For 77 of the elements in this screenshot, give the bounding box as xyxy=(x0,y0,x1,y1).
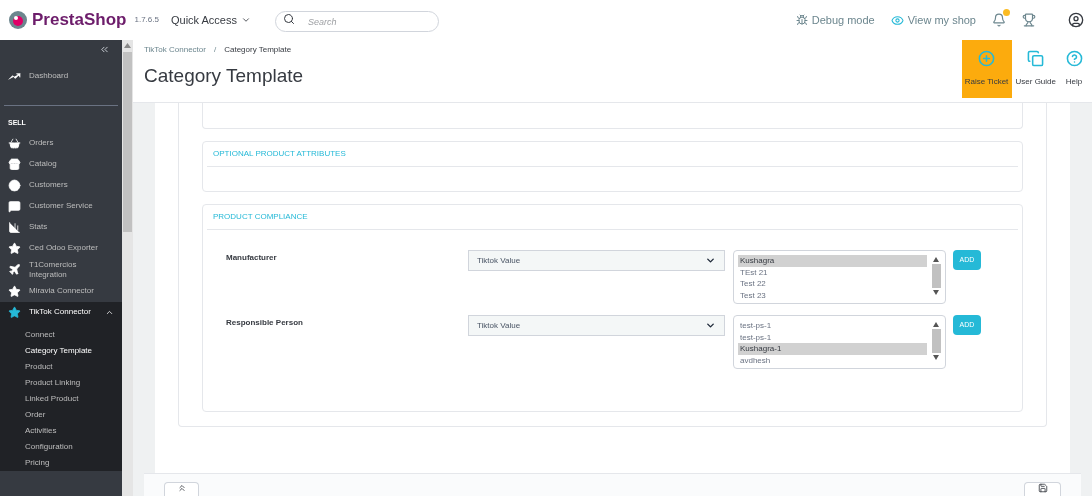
sidebar-item[interactable]: Dashboard xyxy=(0,63,122,89)
list-option[interactable]: test-ps-1 xyxy=(738,320,927,332)
store-icon xyxy=(8,157,21,171)
star-icon xyxy=(8,305,21,319)
list-option[interactable]: TEst 21 xyxy=(738,266,927,278)
bug-icon xyxy=(795,14,808,26)
dropdown[interactable]: Tiktok Value xyxy=(468,250,725,271)
list-option[interactable]: Test 23 xyxy=(738,289,927,301)
list-option[interactable]: test-ps-1 xyxy=(738,331,927,343)
sidebar-item[interactable]: Miravia Connector xyxy=(0,280,122,302)
caret-icon xyxy=(241,15,251,25)
quick-access-button[interactable]: Quick Access xyxy=(170,11,251,29)
multi-select-list[interactable]: test-ps-1 test-ps-1 Kushagra-1 avdhesh xyxy=(733,315,946,369)
list-option[interactable]: Test 22 xyxy=(738,278,927,290)
scroll-up-icon[interactable] xyxy=(933,322,939,327)
submenu-item[interactable]: Configuration xyxy=(0,438,122,455)
sidebar-item[interactable]: Stats xyxy=(0,216,122,238)
logo-icon xyxy=(8,10,28,30)
submenu-item[interactable]: Product Linking xyxy=(0,374,122,391)
plus-circle-icon xyxy=(978,50,996,67)
sidebar-item[interactable]: Customers xyxy=(0,174,122,196)
submenu-item[interactable]: Connect xyxy=(0,326,122,343)
breadcrumb-separator: / xyxy=(213,44,217,56)
trophy-icon[interactable] xyxy=(1022,13,1036,27)
collapse-icon[interactable] xyxy=(99,44,110,55)
submenu-item[interactable]: Product xyxy=(0,358,122,375)
search-icon xyxy=(283,12,295,25)
sidebar-item[interactable]: TikTok Connector xyxy=(0,301,122,323)
sidebar-scrollbar[interactable] xyxy=(122,40,133,496)
chevron-down-icon xyxy=(705,255,716,266)
chat-icon xyxy=(8,199,21,213)
view-shop-link[interactable]: View my shop xyxy=(907,11,976,29)
sidebar-item[interactable]: Customer Service xyxy=(0,195,122,217)
submenu-item[interactable]: Category Template xyxy=(0,342,122,359)
chevron-down-icon xyxy=(705,320,716,331)
toolbar-button[interactable]: Raise Ticket xyxy=(961,40,1012,98)
toolbar-button[interactable]: User Guide xyxy=(1011,40,1060,98)
section-title: PRODUCT COMPLIANCE xyxy=(207,205,1018,230)
documents-icon xyxy=(1027,50,1045,67)
page-title: Category Template xyxy=(144,64,305,88)
sidebar-item[interactable]: T1Comercios Integration xyxy=(0,258,122,281)
field-label: Manufacturer xyxy=(225,252,278,264)
submenu-item[interactable]: Pricing xyxy=(0,454,122,471)
scroll-down-icon[interactable] xyxy=(933,290,939,295)
plane-icon xyxy=(8,263,21,276)
sidebar-item[interactable]: Ced Odoo Exporter xyxy=(0,237,122,259)
list-option[interactable]: Kushagra xyxy=(738,255,927,267)
breadcrumb-link[interactable]: TikTok Connector xyxy=(144,44,206,56)
account-icon[interactable] xyxy=(1068,12,1084,28)
debug-mode-link[interactable]: Debug mode xyxy=(811,11,875,29)
eye-icon xyxy=(890,13,904,27)
version-text: 1.7.6.5 xyxy=(134,14,159,26)
search-field[interactable]: Search xyxy=(275,11,439,33)
dropdown[interactable]: Tiktok Value xyxy=(468,315,725,336)
sidebar-item[interactable]: Catalog xyxy=(0,153,122,175)
scroll-down-icon[interactable] xyxy=(933,355,939,360)
save-icon xyxy=(1037,483,1048,493)
logo-text: PrestaShop xyxy=(32,9,127,32)
list-option[interactable]: Kushagra-1 xyxy=(738,343,927,355)
breadcrumb-current: Category Template xyxy=(224,44,292,56)
basket-icon xyxy=(8,136,21,150)
field-label: Responsible Person xyxy=(225,317,304,329)
star-icon xyxy=(8,284,21,298)
bell-icon[interactable] xyxy=(992,13,1006,27)
chevrons-up-icon xyxy=(176,483,187,493)
sidebar-item[interactable]: Orders xyxy=(0,132,122,154)
scroll-up-icon[interactable] xyxy=(933,257,939,262)
submenu-item[interactable]: Activities xyxy=(0,422,122,439)
footer-button[interactable] xyxy=(1024,482,1061,496)
submenu-item[interactable]: Linked Product xyxy=(0,390,122,407)
submenu-item[interactable]: Order xyxy=(0,406,122,423)
star-icon xyxy=(8,241,21,255)
help-icon xyxy=(1065,50,1083,67)
multi-select-list[interactable]: Kushagra TEst 21 Test 22 Test 23 xyxy=(733,250,946,304)
section-title: OPTIONAL PRODUCT ATTRIBUTES xyxy=(207,142,1018,167)
list-option[interactable]: avdhesh xyxy=(738,354,927,366)
toolbar-button[interactable]: Help xyxy=(1060,40,1088,98)
